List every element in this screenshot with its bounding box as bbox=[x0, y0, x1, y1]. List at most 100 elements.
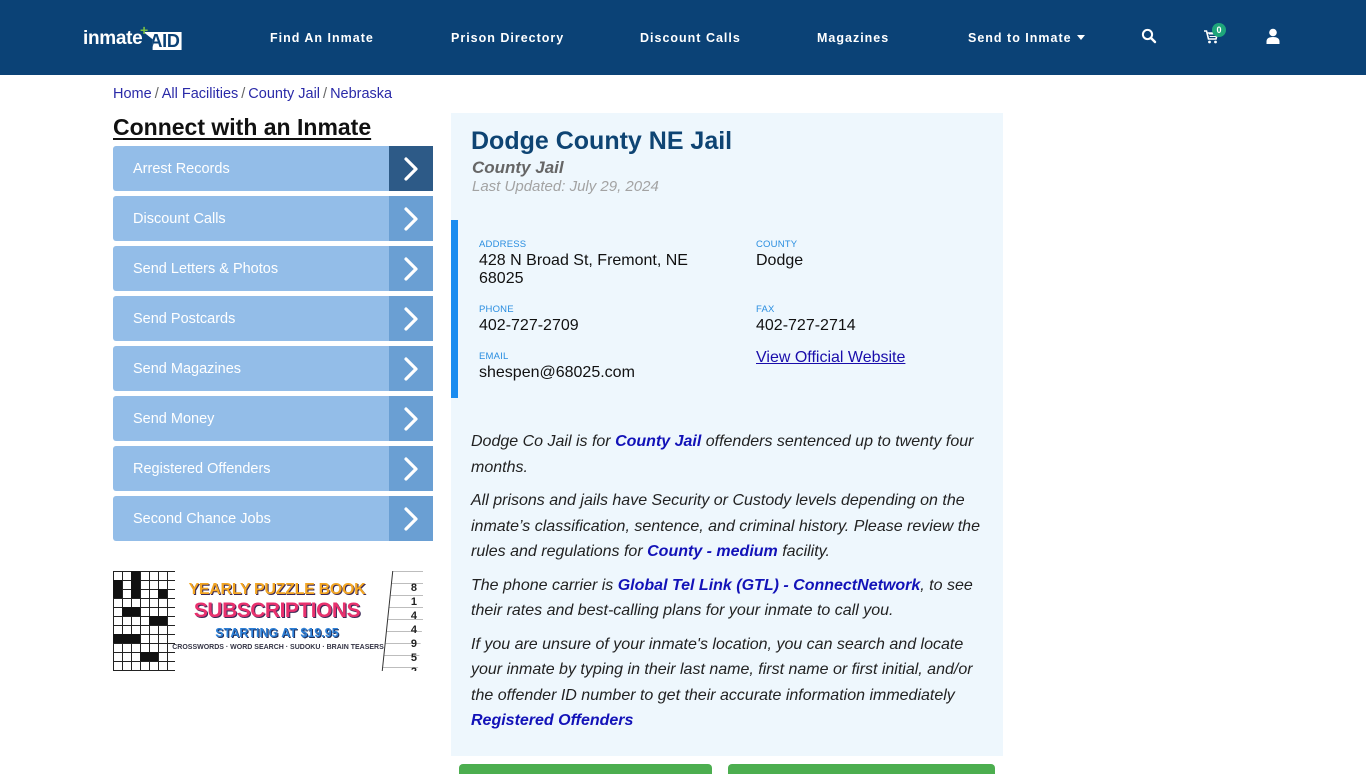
chevron-right-icon bbox=[389, 496, 433, 541]
county-label: COUNTY bbox=[756, 239, 798, 250]
ad-headline: YEARLY PUZZLE BOOK bbox=[188, 581, 366, 598]
breadcrumb-separator: / bbox=[154, 86, 159, 102]
nav-discount-calls[interactable]: Discount Calls bbox=[640, 31, 741, 45]
crossword-block bbox=[149, 616, 167, 625]
chevron-right-icon bbox=[389, 246, 433, 291]
address-field: ADDRESS 428 N Broad St, Fremont, NE 6802… bbox=[479, 239, 719, 288]
breadcrumb-home[interactable]: Home bbox=[113, 86, 152, 102]
facility-contact-info: ADDRESS 428 N Broad St, Fremont, NE 6802… bbox=[451, 220, 1003, 398]
ad-price: STARTING AT $19.95 bbox=[215, 626, 339, 640]
gtl-connectnetwork-link[interactable]: Global Tel Link (GTL) - ConnectNetwork bbox=[618, 577, 921, 594]
ad-categories: CROSSWORDS · WORD SEARCH · SUDOKU · BRAI… bbox=[172, 644, 384, 651]
fax-value: 402-727-2714 bbox=[756, 317, 856, 334]
search-icon[interactable] bbox=[1141, 28, 1159, 46]
phone-value[interactable]: 402-727-2709 bbox=[479, 317, 579, 335]
breadcrumb-county-jail[interactable]: County Jail bbox=[248, 86, 320, 102]
chevron-right-icon bbox=[389, 196, 433, 241]
facility-type: County Jail bbox=[472, 158, 564, 177]
breadcrumb: Home / All Facilities / County Jail / Nebraska bbox=[113, 86, 392, 102]
crossword-block bbox=[113, 580, 122, 598]
nav-send-to-inmate-label: Send to Inmate bbox=[968, 31, 1072, 45]
chevron-right-icon bbox=[389, 446, 433, 491]
sidebar-item-label: Send Letters & Photos bbox=[133, 260, 279, 277]
fax-field: FAX 402-727-2714 bbox=[756, 304, 856, 335]
facility-name: Dodge County NE Jail bbox=[471, 127, 733, 155]
sidebar-item-label: Send Magazines bbox=[133, 360, 242, 377]
county-jail-link[interactable]: County Jail bbox=[615, 433, 701, 450]
ad-subheadline: SUBSCRIPTIONS bbox=[193, 599, 361, 622]
action-button-left[interactable] bbox=[459, 764, 712, 774]
chevron-right-icon bbox=[389, 146, 433, 191]
puzzle-book-ad-banner[interactable]: YEARLY PUZZLE BOOK SUBSCRIPTIONS STARTIN… bbox=[113, 571, 423, 671]
user-icon[interactable] bbox=[1266, 28, 1284, 46]
chevron-right-icon bbox=[389, 396, 433, 441]
sidebar-item-label: Arrest Records bbox=[133, 160, 230, 177]
county-field: COUNTY Dodge bbox=[756, 239, 803, 270]
nav-magazines[interactable]: Magazines bbox=[817, 31, 889, 45]
description-paragraph: The phone carrier is Global Tel Link (GT… bbox=[471, 573, 987, 624]
website-field: View Official Website bbox=[756, 349, 905, 367]
sidebar-item-send-postcards[interactable]: Send Postcards bbox=[113, 296, 433, 341]
crossword-block bbox=[131, 571, 140, 598]
sidebar-item-label: Send Postcards bbox=[133, 310, 236, 327]
nav-find-an-inmate[interactable]: Find An Inmate bbox=[270, 31, 374, 45]
address-value: 428 N Broad St, Fremont, NE 68025 bbox=[479, 252, 688, 287]
chevron-right-icon bbox=[389, 296, 433, 341]
crossword-block bbox=[158, 589, 167, 598]
crossword-graphic bbox=[113, 571, 175, 671]
email-value[interactable]: shespen@68025.com bbox=[479, 364, 635, 382]
crossword-block bbox=[140, 652, 158, 661]
sidebar-item-send-money[interactable]: Send Money bbox=[113, 396, 433, 441]
breadcrumb-separator: / bbox=[323, 86, 328, 102]
text: If you are unsure of your inmate's locat… bbox=[471, 635, 973, 704]
last-updated: Last Updated: July 29, 2024 bbox=[472, 178, 659, 195]
facility-card: Dodge County NE Jail County Jail Last Up… bbox=[451, 113, 1003, 756]
sidebar-item-second-chance-jobs[interactable]: Second Chance Jobs bbox=[113, 496, 433, 541]
logo-plus-icon: + bbox=[140, 22, 149, 38]
inmateaid-logo[interactable]: inmate AID bbox=[83, 26, 182, 50]
breadcrumb-nebraska[interactable]: Nebraska bbox=[330, 86, 392, 102]
registered-offenders-link[interactable]: Registered Offenders bbox=[471, 712, 633, 729]
sidebar-item-send-letters-photos[interactable]: Send Letters & Photos bbox=[113, 246, 433, 291]
county-value: Dodge bbox=[756, 252, 804, 269]
description-paragraph: All prisons and jails have Security or C… bbox=[471, 488, 987, 565]
description-paragraph: If you are unsure of your inmate's locat… bbox=[471, 632, 987, 734]
sidebar-item-arrest-records[interactable]: Arrest Records bbox=[113, 146, 433, 191]
nav-prison-directory[interactable]: Prison Directory bbox=[451, 31, 564, 45]
text: The phone carrier is bbox=[471, 576, 618, 594]
nav-send-to-inmate[interactable]: Send to Inmate bbox=[968, 31, 1085, 45]
breadcrumb-all-facilities[interactable]: All Facilities bbox=[162, 86, 239, 102]
fax-label: FAX bbox=[756, 304, 775, 315]
sidebar-item-label: Send Money bbox=[133, 410, 215, 427]
description-paragraph: Dodge Co Jail is for County Jail offende… bbox=[471, 429, 987, 480]
email-label: EMAIL bbox=[479, 351, 509, 362]
chevron-right-icon bbox=[389, 346, 433, 391]
address-label: ADDRESS bbox=[479, 239, 527, 250]
sidebar-item-discount-calls[interactable]: Discount Calls bbox=[113, 196, 433, 241]
breadcrumb-separator: / bbox=[241, 86, 246, 102]
county-medium-link[interactable]: County - medium bbox=[647, 543, 778, 560]
view-official-website-link[interactable]: View Official Website bbox=[756, 349, 905, 366]
sidebar-item-registered-offenders[interactable]: Registered Offenders bbox=[113, 446, 433, 491]
sudoku-digits: 8 1 4 4 9 5 2 bbox=[410, 582, 417, 671]
email-field: EMAIL shespen@68025.com bbox=[479, 351, 635, 382]
text: Dodge Co Jail is for bbox=[471, 433, 616, 450]
crossword-block bbox=[122, 607, 140, 616]
sidebar-item-label: Discount Calls bbox=[133, 210, 226, 227]
cart-count-badge: 0 bbox=[1212, 23, 1226, 37]
phone-field: PHONE 402-727-2709 bbox=[479, 304, 579, 335]
phone-label: PHONE bbox=[479, 304, 514, 315]
sidebar-menu: Arrest Records Discount Calls Send Lette… bbox=[113, 146, 433, 546]
logo-accent: AID bbox=[143, 32, 182, 50]
sidebar-title[interactable]: Connect with an Inmate bbox=[113, 114, 371, 141]
sidebar-item-send-magazines[interactable]: Send Magazines bbox=[113, 346, 433, 391]
sidebar-item-label: Second Chance Jobs bbox=[133, 510, 271, 527]
text: facility. bbox=[777, 543, 830, 560]
caret-down-icon bbox=[1076, 35, 1085, 40]
action-button-right[interactable] bbox=[728, 764, 995, 774]
logo-text: inmate bbox=[83, 28, 143, 49]
crossword-block bbox=[113, 634, 140, 643]
top-navigation-bar: inmate AID + Find An Inmate Prison Direct… bbox=[0, 0, 1366, 75]
sidebar-item-label: Registered Offenders bbox=[133, 460, 271, 477]
facility-description: Dodge Co Jail is for County Jail offende… bbox=[471, 429, 987, 734]
